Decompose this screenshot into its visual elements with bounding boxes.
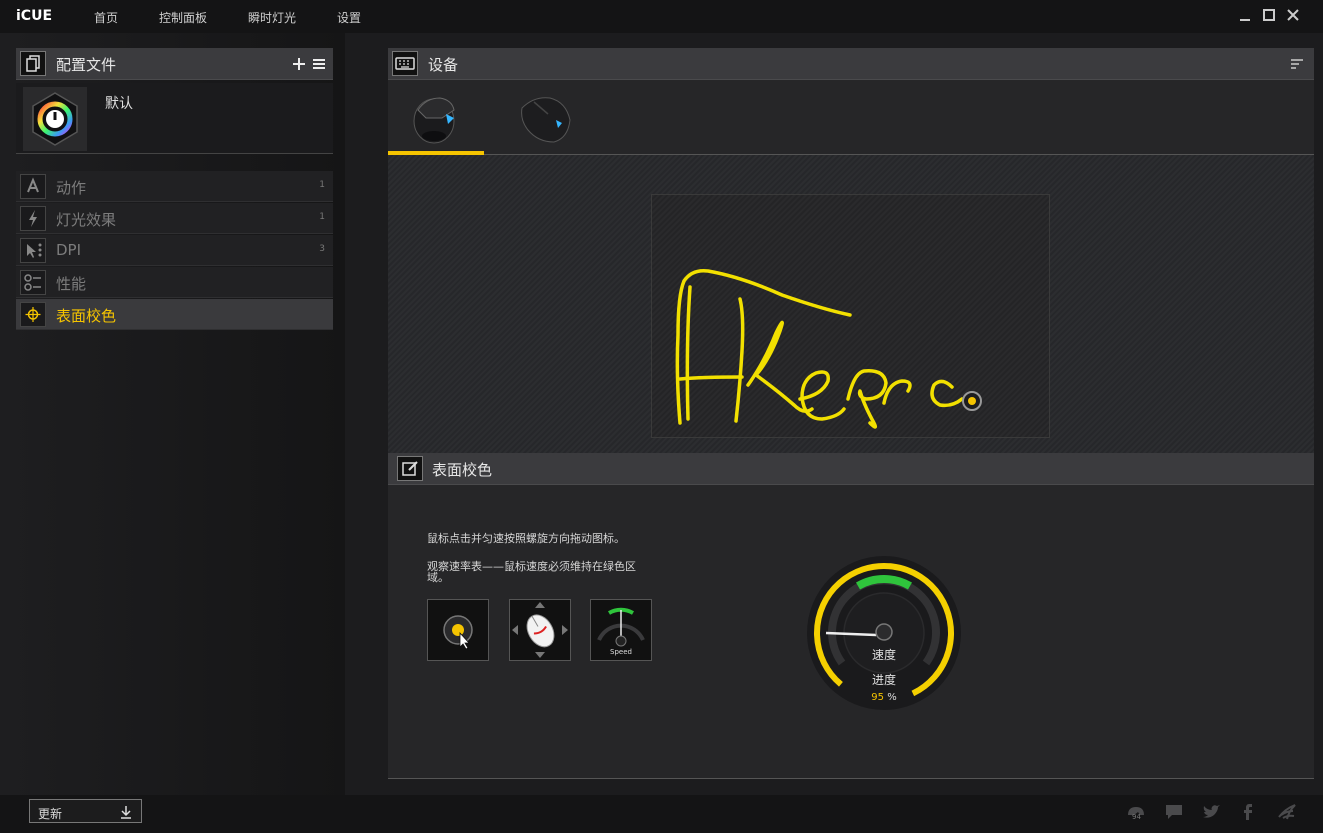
progress-readout: 95 % — [854, 692, 914, 703]
corsair-icon[interactable] — [1277, 803, 1297, 821]
facebook-icon[interactable] — [1238, 803, 1258, 821]
devices-strip — [388, 80, 1314, 155]
crosshair-icon — [20, 302, 46, 327]
menu-item-label: 性能 — [56, 275, 87, 293]
profile-name: 默认 — [105, 96, 133, 112]
chat-icon[interactable] — [1164, 803, 1184, 821]
menu-item-label: 动作 — [56, 179, 87, 197]
profiles-icon — [20, 51, 46, 76]
edit-icon — [397, 456, 423, 481]
update-label: 更新 — [38, 807, 63, 821]
menu-item-performance[interactable]: 性能 — [16, 267, 333, 298]
gauge-speed-label: 速度 — [871, 648, 896, 662]
menu-item-count: 3 — [319, 244, 325, 254]
progress-value: 95 — [871, 692, 885, 703]
instruction-2-line-1: 观察速率表——鼠标速度必须维持在绿色区 — [427, 560, 636, 573]
plus-icon[interactable] — [292, 57, 306, 71]
step-speed-gauge-icon: Speed — [590, 599, 652, 661]
nav-settings[interactable]: 设置 — [337, 9, 361, 26]
instruction-1: 鼠标点击并匀速按照螺旋方向拖动图标。 — [427, 532, 625, 545]
gauge-progress-label: 进度 — [871, 673, 896, 687]
calibration-title: 表面校色 — [432, 461, 493, 479]
twitter-icon[interactable] — [1201, 803, 1221, 821]
menu-item-label: DPI — [56, 241, 82, 259]
sliders-icon — [20, 270, 46, 295]
menu-item-dpi[interactable]: DPI 3 — [16, 235, 333, 266]
speed-progress-gauge — [807, 556, 961, 710]
profiles-header: 配置文件 — [16, 48, 333, 80]
app-brand: iCUE — [16, 8, 53, 24]
device-tab-mouse-1[interactable] — [388, 80, 484, 155]
drawing-trace — [675, 268, 982, 429]
calibration-canvas[interactable] — [651, 194, 1050, 438]
hamburger-icon[interactable] — [312, 57, 326, 71]
download-icon — [121, 806, 131, 819]
menu-item-surface-calibration[interactable]: 表面校色 — [16, 299, 333, 330]
icue-logo-icon — [32, 92, 78, 146]
device-tab-mouse-2[interactable] — [484, 80, 580, 155]
menu-item-actions[interactable]: 动作 1 — [16, 171, 333, 202]
status-bar — [0, 795, 1323, 833]
profile-avatar — [23, 87, 87, 151]
step-click-icon — [427, 599, 489, 661]
maximize-icon[interactable] — [1261, 7, 1277, 23]
menu-item-label: 灯光效果 — [56, 211, 117, 229]
menu-item-count: 1 — [319, 212, 325, 222]
lightning-icon — [20, 206, 46, 231]
mouse-device-icon — [521, 97, 571, 143]
devices-title: 设备 — [428, 56, 459, 74]
profiles-title: 配置文件 — [56, 56, 117, 74]
profile-default[interactable]: 默认 — [16, 83, 333, 154]
nav-home[interactable]: 首页 — [94, 9, 118, 26]
nav-instant-lighting[interactable]: 瞬时灯光 — [248, 9, 296, 26]
step-mouse-move-icon — [509, 599, 571, 661]
title-bar: iCUE 首页 控制面板 瞬时灯光 设置 — [0, 0, 1323, 33]
keyboard-icon — [392, 51, 418, 76]
speed-label: Speed — [610, 648, 632, 656]
menu-item-lighting[interactable]: 灯光效果 1 — [16, 203, 333, 234]
close-icon[interactable] — [1285, 7, 1301, 23]
progress-unit: % — [887, 692, 897, 703]
mouse-device-icon — [413, 97, 455, 144]
update-button[interactable]: 更新 — [29, 799, 142, 823]
menu-item-count: 1 — [319, 180, 325, 190]
devices-header: 设备 — [388, 48, 1314, 80]
minimize-icon[interactable] — [1237, 7, 1253, 23]
notification-count: 94 — [1132, 813, 1141, 821]
font-a-icon — [20, 174, 46, 199]
menu-item-label: 表面校色 — [56, 307, 117, 325]
dpi-cursor-icon — [20, 238, 46, 263]
calibration-header: 表面校色 — [388, 453, 1314, 485]
list-filter-icon[interactable] — [1290, 58, 1304, 70]
nav-dashboard[interactable]: 控制面板 — [159, 9, 207, 26]
instruction-2-line-2: 域。 — [427, 571, 449, 584]
